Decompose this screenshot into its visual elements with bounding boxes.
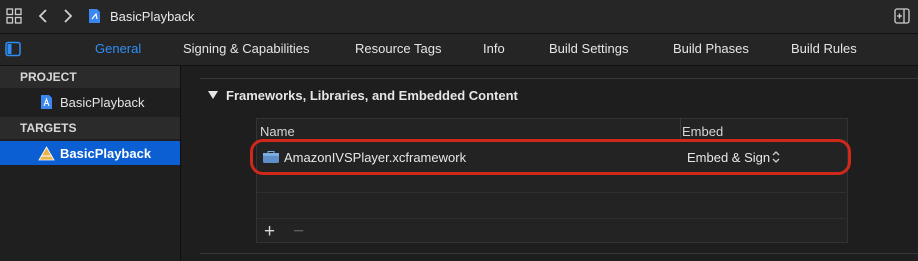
tab-info[interactable]: Info [483,41,505,56]
project-section-header: PROJECT [0,66,180,88]
project-file-icon [41,95,52,109]
column-separator [680,118,681,140]
app-target-icon [38,146,55,161]
targets-header-label: TARGETS [20,121,77,135]
add-framework-button[interactable]: + [264,222,275,242]
row-divider [257,192,846,193]
project-header-label: PROJECT [20,70,77,84]
file-title[interactable]: BasicPlayback [110,9,195,24]
frameworks-section-title: Frameworks, Libraries, and Embedded Cont… [226,88,518,103]
targets-section-header: TARGETS [0,117,180,139]
sidebar-item-project[interactable]: BasicPlayback [60,95,145,110]
inspector-panel-icon[interactable] [894,8,910,24]
annotation-highlight-outline [250,139,851,175]
section-divider [200,253,918,254]
sidebar-toggle-icon[interactable] [5,41,21,57]
disclosure-triangle-icon[interactable] [208,90,218,100]
sidebar-item-target[interactable]: BasicPlayback [60,146,151,161]
navigation-bar: BasicPlayback [0,0,918,34]
remove-framework-button[interactable]: − [293,222,304,242]
name-column-header[interactable]: Name [260,124,295,139]
frameworks-table [256,118,848,243]
tab-build-settings[interactable]: Build Settings [549,41,629,56]
grid-icon[interactable] [6,8,22,24]
embed-column-header[interactable]: Embed [682,124,723,139]
tab-signing-capabilities[interactable]: Signing & Capabilities [183,41,309,56]
tab-build-rules[interactable]: Build Rules [791,41,857,56]
back-chevron-icon[interactable] [37,9,49,23]
tab-resource-tags[interactable]: Resource Tags [355,41,441,56]
tab-general[interactable]: General [95,41,141,56]
swift-file-icon [89,9,100,23]
editor-tab-bar: General Signing & Capabilities Resource … [0,34,918,66]
section-divider [200,78,918,79]
tab-build-phases[interactable]: Build Phases [673,41,749,56]
row-divider [257,218,846,219]
forward-chevron-icon[interactable] [62,9,74,23]
